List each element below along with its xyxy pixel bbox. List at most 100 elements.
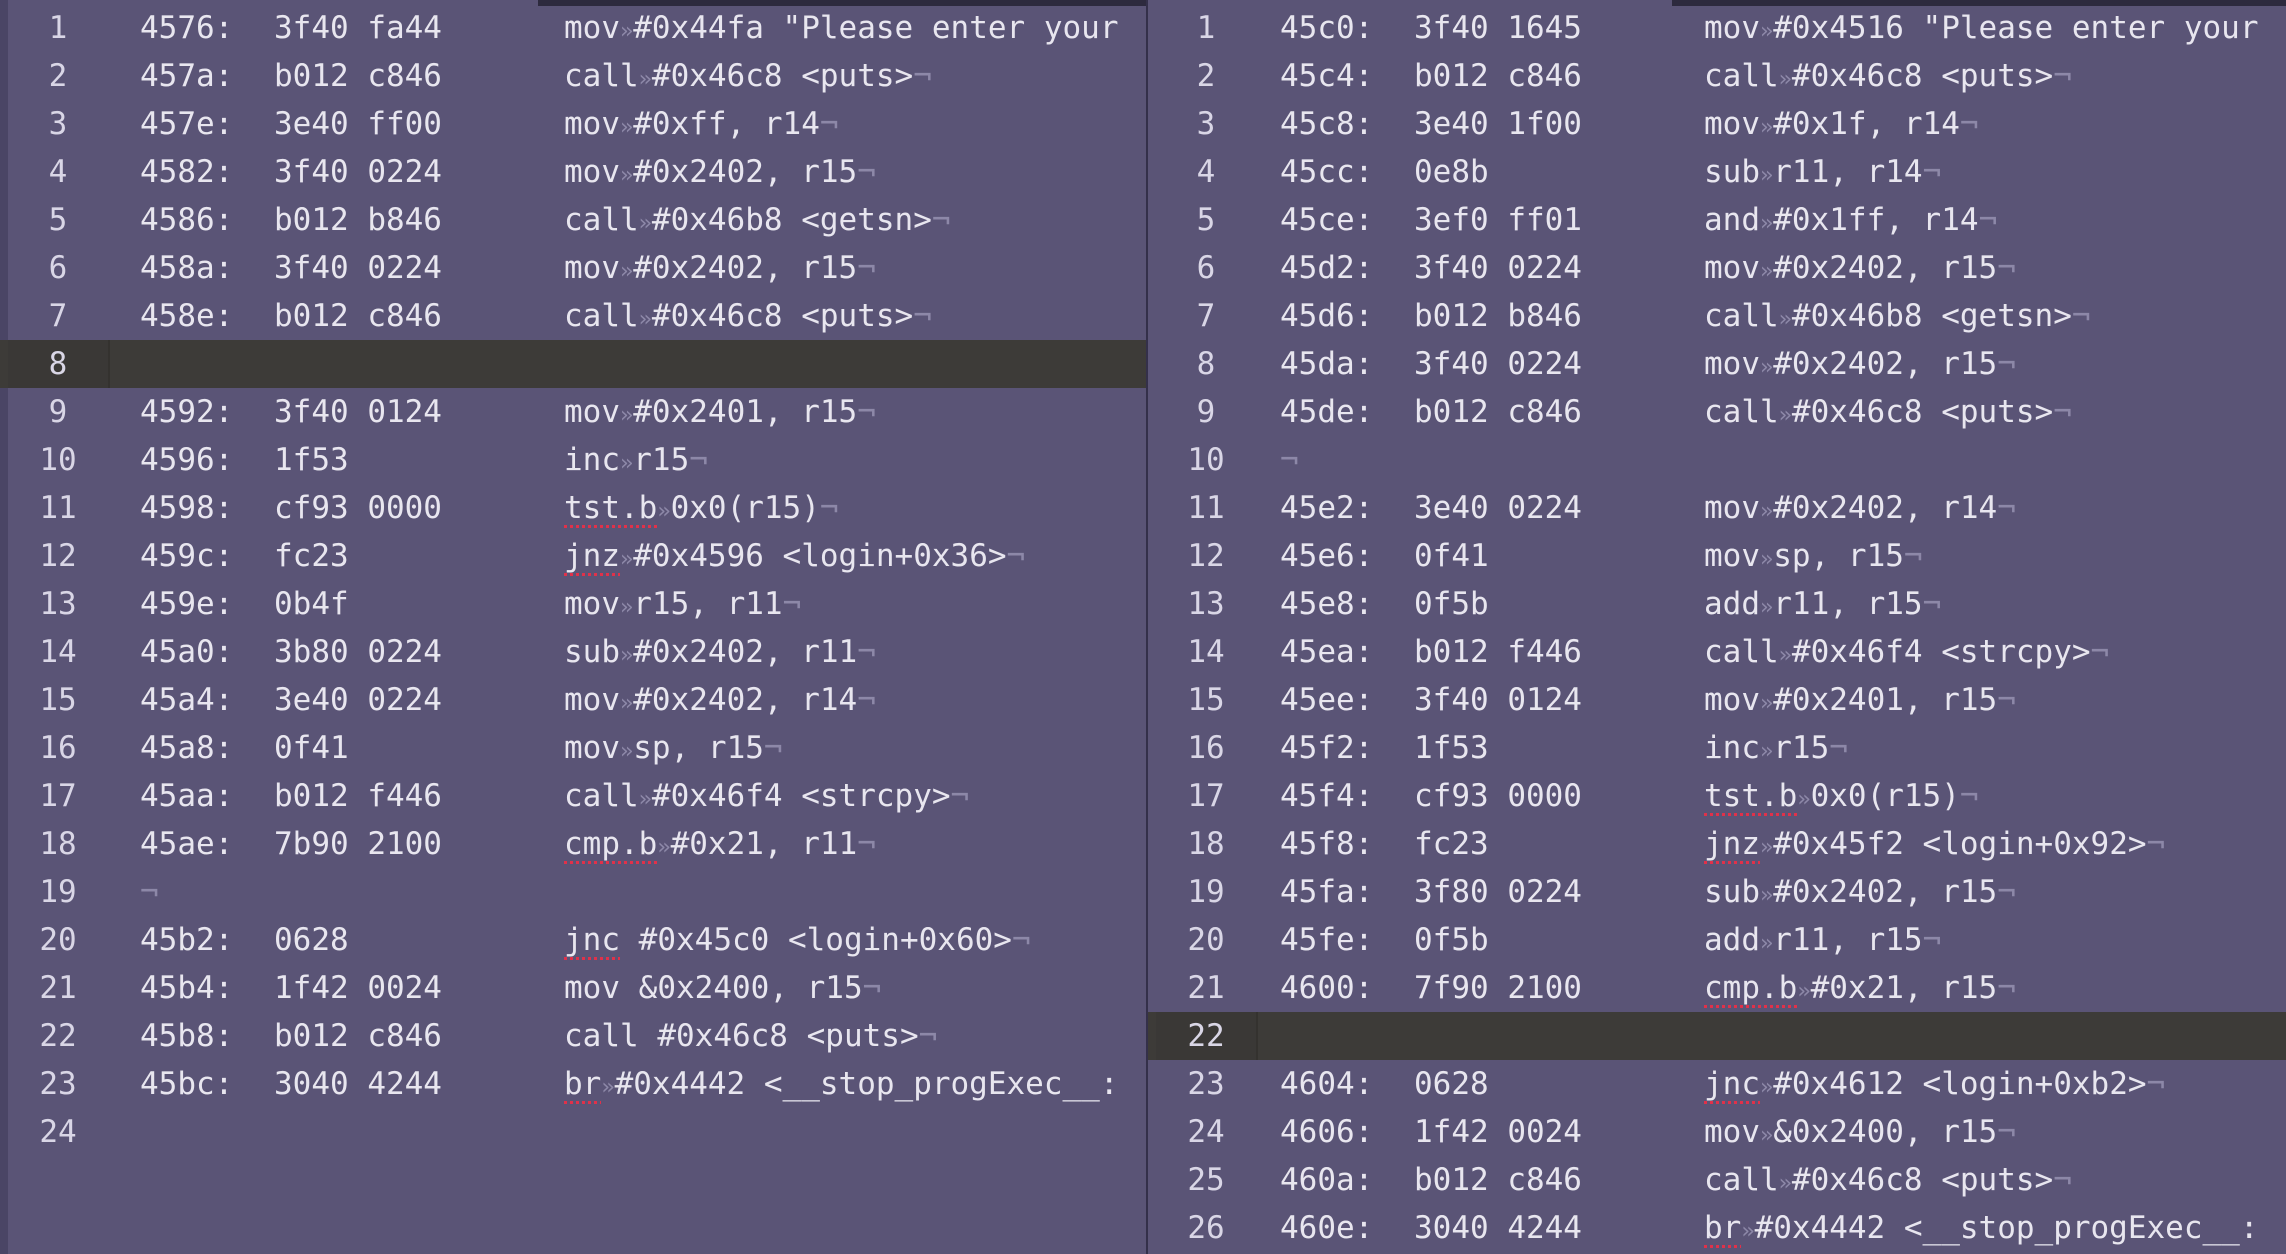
- code-line[interactable]: 22 45b8: b012 c846 call #0x46c8 <puts>¬: [0, 1012, 1146, 1060]
- code-line[interactable]: 24: [0, 1108, 1146, 1156]
- assembly-text: br»#0x4442 <__stop_progExec__:: [1704, 1204, 2259, 1254]
- assembly-text: jnc»#0x4612 <login+0xb2>¬: [1704, 1060, 2165, 1112]
- assembly-text: mov»#0x2401, r15¬: [564, 388, 876, 440]
- code-line[interactable]: 17 45f4: cf93 0000 tst.b»0x0(r15)¬: [1148, 772, 2286, 820]
- instruction-bytes: b012 c846: [274, 58, 442, 94]
- instruction-address: 45a4:: [140, 682, 234, 718]
- code-line[interactable]: 8 45da: 3f40 0224 mov»#0x2402, r15¬: [1148, 340, 2286, 388]
- opcode: tst.b: [1704, 778, 1798, 814]
- code-line[interactable]: 12 459c: fc23 jnz»#0x4596 <login+0x36>¬: [0, 532, 1146, 580]
- code-line[interactable]: 5 45ce: 3ef0 ff01 and»#0x1ff, r14¬: [1148, 196, 2286, 244]
- code-line[interactable]: 9 4592: 3f40 0124 mov»#0x2401, r15¬: [0, 388, 1146, 436]
- left-editor-pane[interactable]: 1 4576: 3f40 fa44 mov»#0x44fa "Please enter…: [0, 0, 1146, 1254]
- assembly-text: call»#0x46c8 <puts>¬: [1704, 1156, 2072, 1208]
- code-line[interactable]: 2 45c4: b012 c846 call»#0x46c8 <puts>¬: [1148, 52, 2286, 100]
- line-number: 4: [48, 154, 68, 190]
- code-line[interactable]: 15 45ee: 3f40 0124 mov»#0x2401, r15¬: [1148, 676, 2286, 724]
- code-line[interactable]: 17 45aa: b012 f446 call»#0x46f4 <strcpy>¬: [0, 772, 1146, 820]
- opcode: mov: [564, 682, 620, 718]
- code-line[interactable]: 6 45d2: 3f40 0224 mov»#0x2402, r15¬: [1148, 244, 2286, 292]
- opcode: call: [564, 202, 639, 238]
- assembly-text: mov»#0xff, r14¬: [564, 100, 839, 152]
- assembly-text: jnz»#0x45f2 <login+0x92>¬: [1704, 820, 2165, 872]
- code-line[interactable]: 21 4600: 7f90 2100 cmp.b»#0x21, r15¬: [1148, 964, 2286, 1012]
- operands: #0x4516 "Please enter your: [1773, 10, 2259, 46]
- instruction-address: 45aa:: [140, 778, 234, 814]
- code-line[interactable]: 11 4598: cf93 0000 tst.b»0x0(r15)¬: [0, 484, 1146, 532]
- code-line[interactable]: 18 45ae: 7b90 2100 cmp.b»#0x21, r11¬: [0, 820, 1146, 868]
- code-line[interactable]: 25 460a: b012 c846 call»#0x46c8 <puts>¬: [1148, 1156, 2286, 1204]
- code-line[interactable]: 4 4582: 3f40 0224 mov»#0x2402, r15¬: [0, 148, 1146, 196]
- code-line[interactable]: 9 45de: b012 c846 call»#0x46c8 <puts>¬: [1148, 388, 2286, 436]
- opcode: add: [1704, 922, 1760, 958]
- code-line[interactable]: 13 45e8: 0f5b add»r11, r15¬: [1148, 580, 2286, 628]
- code-line[interactable]: 24 4606: 1f42 0024 mov»&0x2400, r15¬: [1148, 1108, 2286, 1156]
- code-line[interactable]: 19 ¬: [0, 868, 1146, 916]
- operands: #0x2402, r11: [633, 634, 858, 670]
- instruction-bytes: cf93 0000: [274, 490, 442, 526]
- code-line[interactable]: 14 45a0: 3b80 0224 sub»#0x2402, r11¬: [0, 628, 1146, 676]
- code-line[interactable]: 7 458e: b012 c846 call»#0x46c8 <puts>¬: [0, 292, 1146, 340]
- code-line[interactable]: 20 45fe: 0f5b add»r11, r15¬: [1148, 916, 2286, 964]
- code-line[interactable]: 23 4604: 0628 jnc»#0x4612 <login+0xb2>¬: [1148, 1060, 2286, 1108]
- instruction-bytes: 0f41: [274, 730, 349, 766]
- line-number: 15: [39, 682, 77, 718]
- code-line[interactable]: 8: [0, 340, 1146, 388]
- instruction-bytes: 3e40 1f00: [1414, 106, 1582, 142]
- code-line[interactable]: 1 45c0: 3f40 1645 mov»#0x4516 "Please enter…: [1148, 4, 2286, 52]
- opcode: mov: [564, 586, 620, 622]
- code-line[interactable]: 14 45ea: b012 f446 call»#0x46f4 <strcpy>¬: [1148, 628, 2286, 676]
- code-line[interactable]: 1 4576: 3f40 fa44 mov»#0x44fa "Please enter…: [0, 4, 1146, 52]
- code-line[interactable]: 19 45fa: 3f80 0224 sub»#0x2402, r15¬: [1148, 868, 2286, 916]
- code-line[interactable]: 18 45f8: fc23 jnz»#0x45f2 <login+0x92>¬: [1148, 820, 2286, 868]
- pilcrow-icon: ¬: [1997, 1114, 2016, 1150]
- assembly-text: br»#0x4442 <__stop_progExec__:: [564, 1060, 1119, 1112]
- operands: r11, r15: [1773, 586, 1923, 622]
- code-line[interactable]: 13 459e: 0b4f mov»r15, r11¬: [0, 580, 1146, 628]
- code-line[interactable]: 12 45e6: 0f41 mov»sp, r15¬: [1148, 532, 2286, 580]
- opcode: jnz: [1704, 826, 1760, 862]
- code-line[interactable]: 16 45f2: 1f53 inc»r15¬: [1148, 724, 2286, 772]
- code-line[interactable]: 15 45a4: 3e40 0224 mov»#0x2402, r14¬: [0, 676, 1146, 724]
- assembly-text: mov»&0x2400, r15¬: [1704, 1108, 2016, 1160]
- code-line[interactable]: 4 45cc: 0e8b sub»r11, r14¬: [1148, 148, 2286, 196]
- tab-arrow-icon: »: [1797, 979, 1811, 1004]
- pilcrow-icon: ¬: [857, 682, 876, 718]
- code-line[interactable]: 2 457a: b012 c846 call»#0x46c8 <puts>¬: [0, 52, 1146, 100]
- right-editor-pane[interactable]: 1 45c0: 3f40 1645 mov»#0x4516 "Please enter…: [1148, 0, 2286, 1254]
- code-line[interactable]: 11 45e2: 3e40 0224 mov»#0x2402, r14¬: [1148, 484, 2286, 532]
- code-line[interactable]: 6 458a: 3f40 0224 mov»#0x2402, r15¬: [0, 244, 1146, 292]
- instruction-bytes: 3f40 0124: [274, 394, 442, 430]
- line-number: 4: [1196, 154, 1216, 190]
- code-line[interactable]: 3 457e: 3e40 ff00 mov»#0xff, r14¬: [0, 100, 1146, 148]
- pilcrow-icon: ¬: [862, 970, 882, 1006]
- operands: #0x2402, r15: [1773, 346, 1998, 382]
- code-line[interactable]: 10 4596: 1f53 inc»r15¬: [0, 436, 1146, 484]
- operands: #0x21, r15: [1810, 970, 1998, 1006]
- opcode: mov: [564, 730, 620, 766]
- opcode: call: [1704, 58, 1779, 94]
- code-line[interactable]: 22: [1148, 1012, 2286, 1060]
- line-number: 6: [1196, 250, 1216, 286]
- instruction-bytes: 1f42 0024: [1414, 1114, 1582, 1150]
- tab-arrow-icon: »: [1760, 259, 1774, 284]
- code-line[interactable]: 3 45c8: 3e40 1f00 mov»#0x1f, r14¬: [1148, 100, 2286, 148]
- instruction-address: 4606:: [1280, 1114, 1374, 1150]
- code-line[interactable]: 23 45bc: 3040 4244 br»#0x4442 <__stop_progE…: [0, 1060, 1146, 1108]
- instruction-bytes: 3f40 fa44: [274, 10, 442, 46]
- instruction-bytes: b012 c846: [1414, 58, 1582, 94]
- operands: #0x46b8 <getsn>: [1791, 298, 2072, 334]
- opcode: call: [1704, 298, 1779, 334]
- code-line[interactable]: 10 ¬: [1148, 436, 2286, 484]
- code-line[interactable]: 5 4586: b012 b846 call»#0x46b8 <getsn>¬: [0, 196, 1146, 244]
- code-line[interactable]: 26 460e: 3040 4244 br»#0x4442 <__stop_progE…: [1148, 1204, 2286, 1252]
- code-line[interactable]: 21 45b4: 1f42 0024 mov &0x2400, r15¬: [0, 964, 1146, 1012]
- line-number: 21: [39, 970, 77, 1006]
- opcode: jnc: [564, 922, 620, 958]
- code-line[interactable]: 16 45a8: 0f41 mov»sp, r15¬: [0, 724, 1146, 772]
- line-number: 24: [39, 1114, 77, 1150]
- code-line[interactable]: 7 45d6: b012 b846 call»#0x46b8 <getsn>¬: [1148, 292, 2286, 340]
- code-line[interactable]: 20 45b2: 0628 jnc #0x45c0 <login+0x60>¬: [0, 916, 1146, 964]
- tab-arrow-icon: »: [620, 163, 634, 188]
- instruction-address: 45c4:: [1280, 58, 1374, 94]
